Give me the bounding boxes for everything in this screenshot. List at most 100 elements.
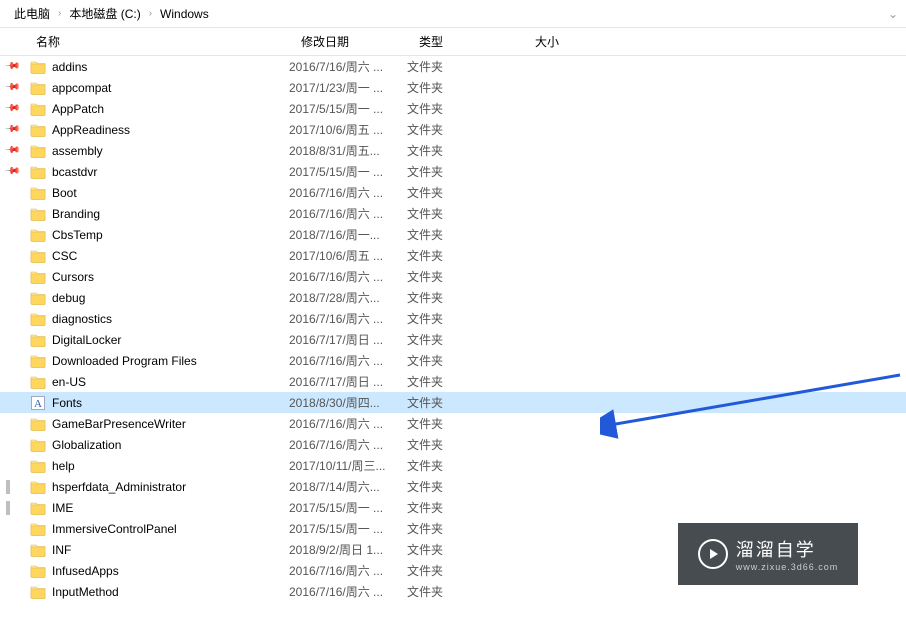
file-name: DigitalLocker [52,333,121,347]
file-name-cell: InputMethod [30,584,289,600]
folder-icon [30,143,46,159]
column-header-date[interactable]: 修改日期 [295,28,413,55]
file-row[interactable]: GameBarPresenceWriter2016/7/16/周六 ...文件夹 [0,413,906,434]
file-date: 2017/5/15/周一 ... [289,163,407,180]
file-name: help [52,459,75,473]
file-date: 2016/7/16/周六 ... [289,562,407,579]
file-name: Boot [52,186,77,200]
grey-marker [6,501,10,515]
file-date: 2016/7/16/周六 ... [289,352,407,369]
file-date: 2016/7/16/周六 ... [289,310,407,327]
breadcrumb-item-0[interactable]: 此电脑 [10,5,54,22]
file-row[interactable]: Branding2016/7/16/周六 ...文件夹 [0,203,906,224]
file-row[interactable]: en-US2016/7/17/周日 ...文件夹 [0,371,906,392]
file-list: 📌addins2016/7/16/周六 ...文件夹📌appcompat2017… [0,56,906,602]
svg-text:A: A [34,398,42,410]
file-name: AppPatch [52,102,104,116]
file-row[interactable]: CbsTemp2018/7/16/周一...文件夹 [0,224,906,245]
file-row[interactable]: Cursors2016/7/16/周六 ...文件夹 [0,266,906,287]
folder-icon [30,479,46,495]
folder-icon [30,185,46,201]
file-row[interactable]: DigitalLocker 2016/7/17/周日 ...文件夹 [0,329,906,350]
file-name-cell: ImmersiveControlPanel [30,521,289,537]
file-type: 文件夹 [407,457,523,474]
file-type: 文件夹 [407,184,523,201]
file-date: 2016/7/17/周日 ... [289,331,407,348]
watermark: 溜溜自学 www.zixue.3d66.com [678,523,858,585]
folder-icon [30,59,46,75]
file-type: 文件夹 [407,352,523,369]
folder-icon [30,458,46,474]
column-header-name[interactable]: 名称 [30,28,295,55]
folder-icon [30,122,46,138]
file-date: 2016/7/16/周六 ... [289,58,407,75]
file-date: 2018/8/30/周四... [289,394,407,411]
file-row[interactable]: 📌AppReadiness2017/10/6/周五 ...文件夹 [0,119,906,140]
file-row[interactable]: IME2017/5/15/周一 ...文件夹 [0,497,906,518]
file-row[interactable]: CSC2017/10/6/周五 ...文件夹 [0,245,906,266]
file-name-cell: appcompat [30,80,289,96]
file-date: 2018/7/14/周六... [289,478,407,495]
file-name: assembly [52,144,103,158]
file-name: Branding [52,207,100,221]
folder-icon [30,332,46,348]
file-name: Cursors [52,270,94,284]
file-type: 文件夹 [407,562,523,579]
breadcrumb-item-1[interactable]: 本地磁盘 (C:) [65,5,144,22]
file-type: 文件夹 [407,58,523,75]
file-row[interactable]: debug2018/7/28/周六...文件夹 [0,287,906,308]
file-name: Fonts [52,396,82,410]
file-row[interactable]: Boot2016/7/16/周六 ...文件夹 [0,182,906,203]
file-type: 文件夹 [407,583,523,600]
file-date: 2018/8/31/周五... [289,142,407,159]
breadcrumb[interactable]: 此电脑 › 本地磁盘 (C:) › Windows ⌄ [0,0,906,28]
column-header-size[interactable]: 大小 [529,28,609,55]
column-header-type[interactable]: 类型 [413,28,529,55]
file-row[interactable]: 📌bcastdvr2017/5/15/周一 ...文件夹 [0,161,906,182]
file-type: 文件夹 [407,478,523,495]
file-name-cell: en-US [30,374,289,390]
file-name-cell: Downloaded Program Files [30,353,289,369]
file-type: 文件夹 [407,79,523,96]
file-type: 文件夹 [407,226,523,243]
file-name-cell: AppReadiness [30,122,289,138]
file-name: hsperfdata_Administrator [52,480,186,494]
file-row[interactable]: help2017/10/11/周三...文件夹 [0,455,906,476]
file-name: AppReadiness [52,123,130,137]
file-name-cell: bcastdvr [30,164,289,180]
file-row[interactable]: 📌addins2016/7/16/周六 ...文件夹 [0,56,906,77]
folder-icon [30,353,46,369]
file-row[interactable]: hsperfdata_Administrator 2018/7/14/周六...文… [0,476,906,497]
file-row[interactable]: Globalization2016/7/16/周六 ...文件夹 [0,434,906,455]
file-type: 文件夹 [407,268,523,285]
folder-icon [30,248,46,264]
file-name-cell: Branding [30,206,289,222]
file-date: 2016/7/16/周六 ... [289,205,407,222]
file-name: InfusedApps [52,564,119,578]
chevron-down-icon[interactable]: ⌄ [888,7,898,21]
chevron-right-icon: › [149,8,152,19]
folder-icon [30,269,46,285]
file-row[interactable]: AFonts2018/8/30/周四...文件夹 [0,392,906,413]
file-type: 文件夹 [407,247,523,264]
file-name: bcastdvr [52,165,97,179]
file-row[interactable]: Downloaded Program Files2016/7/16/周六 ...… [0,350,906,371]
file-type: 文件夹 [407,331,523,348]
file-name: InputMethod [52,585,119,599]
folder-icon [30,521,46,537]
pin-icon: 📌 [4,163,21,180]
file-name-cell: CbsTemp [30,227,289,243]
file-row[interactable]: 📌appcompat2017/1/23/周一 ...文件夹 [0,77,906,98]
file-row[interactable]: 📌assembly2018/8/31/周五...文件夹 [0,140,906,161]
file-name-cell: IME [30,500,289,516]
file-name: ImmersiveControlPanel [52,522,177,536]
file-name: debug [52,291,85,305]
folder-icon [30,584,46,600]
file-type: 文件夹 [407,520,523,537]
breadcrumb-item-2[interactable]: Windows [156,7,213,21]
file-type: 文件夹 [407,499,523,516]
file-name: GameBarPresenceWriter [52,417,186,431]
file-date: 2018/7/28/周六... [289,289,407,306]
file-row[interactable]: 📌AppPatch2017/5/15/周一 ...文件夹 [0,98,906,119]
file-row[interactable]: diagnostics2016/7/16/周六 ...文件夹 [0,308,906,329]
